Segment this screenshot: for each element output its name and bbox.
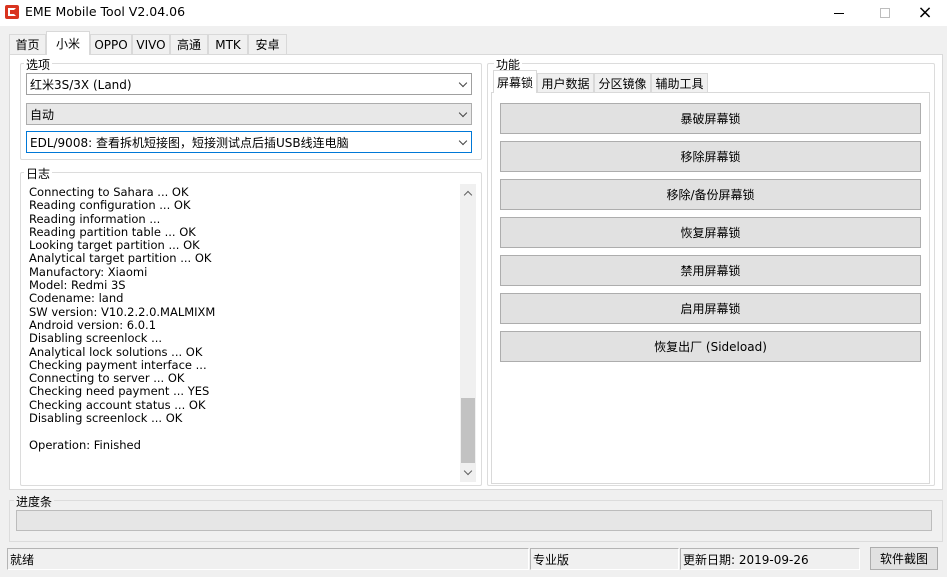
log-text: Connecting to Sahara ... OK Reading conf… <box>29 185 216 452</box>
minimize-icon <box>834 12 844 14</box>
tab-android[interactable]: 安卓 <box>248 34 287 54</box>
tab-qualcomm[interactable]: 高通 <box>170 34 208 54</box>
app-logo-icon <box>5 5 19 19</box>
tab-oppo[interactable]: OPPO <box>90 34 132 54</box>
factory-reset-sideload-button[interactable]: 恢复出厂 (Sideload) <box>500 331 921 362</box>
update-date-label: 更新日期: 2019-09-26 <box>680 548 860 570</box>
scroll-up-button[interactable] <box>460 185 476 202</box>
connection-select[interactable]: EDL/9008: 查看拆机短接图，短接测试点后插USB线连电脑 <box>26 131 472 153</box>
mode-select-value: 自动 <box>30 107 55 122</box>
model-select[interactable]: 红米3S/3X (Land) <box>26 73 472 95</box>
close-icon: × <box>917 2 933 23</box>
restore-screenlock-button[interactable]: 恢复屏幕锁 <box>500 217 921 248</box>
brute-force-screenlock-button[interactable]: 暴破屏幕锁 <box>500 103 921 134</box>
chevron-down-icon <box>455 104 471 124</box>
progress-label: 进度条 <box>14 493 55 510</box>
edition-label: 专业版 <box>530 548 679 570</box>
minimize-button[interactable] <box>816 0 862 26</box>
chevron-down-icon <box>463 466 473 476</box>
status-text: 就绪 <box>7 548 529 570</box>
tab-mtk[interactable]: MTK <box>208 34 248 54</box>
model-select-value: 红米3S/3X (Land) <box>30 77 132 92</box>
tab-helper-tools[interactable]: 辅助工具 <box>651 73 708 92</box>
software-screenshot-button[interactable]: 软件截图 <box>870 547 938 570</box>
tab-vivo[interactable]: VIVO <box>132 34 170 54</box>
tab-user-data[interactable]: 用户数据 <box>537 73 594 92</box>
tab-xiaomi[interactable]: 小米 <box>46 31 90 55</box>
options-label: 选项 <box>24 56 53 73</box>
log-label: 日志 <box>24 165 53 182</box>
tab-partition-image[interactable]: 分区镜像 <box>594 73 651 92</box>
remove-screenlock-button[interactable]: 移除屏幕锁 <box>500 141 921 172</box>
tab-home[interactable]: 首页 <box>9 34 46 54</box>
tab-screenlock[interactable]: 屏幕锁 <box>493 70 537 93</box>
close-button[interactable]: × <box>902 0 947 26</box>
remove-backup-screenlock-button[interactable]: 移除/备份屏幕锁 <box>500 179 921 210</box>
chevron-down-icon <box>455 132 471 152</box>
enable-screenlock-button[interactable]: 启用屏幕锁 <box>500 293 921 324</box>
chevron-up-icon <box>463 190 473 200</box>
scroll-down-button[interactable] <box>460 464 476 481</box>
progress-bar <box>16 510 932 531</box>
disable-screenlock-button[interactable]: 禁用屏幕锁 <box>500 255 921 286</box>
maximize-icon <box>880 8 890 18</box>
connection-select-value: EDL/9008: 查看拆机短接图，短接测试点后插USB线连电脑 <box>30 135 349 150</box>
window-title: EME Mobile Tool V2.04.06 <box>25 4 186 19</box>
chevron-down-icon <box>455 74 471 94</box>
mode-select[interactable]: 自动 <box>26 103 472 125</box>
scrollbar-thumb[interactable] <box>461 398 475 463</box>
